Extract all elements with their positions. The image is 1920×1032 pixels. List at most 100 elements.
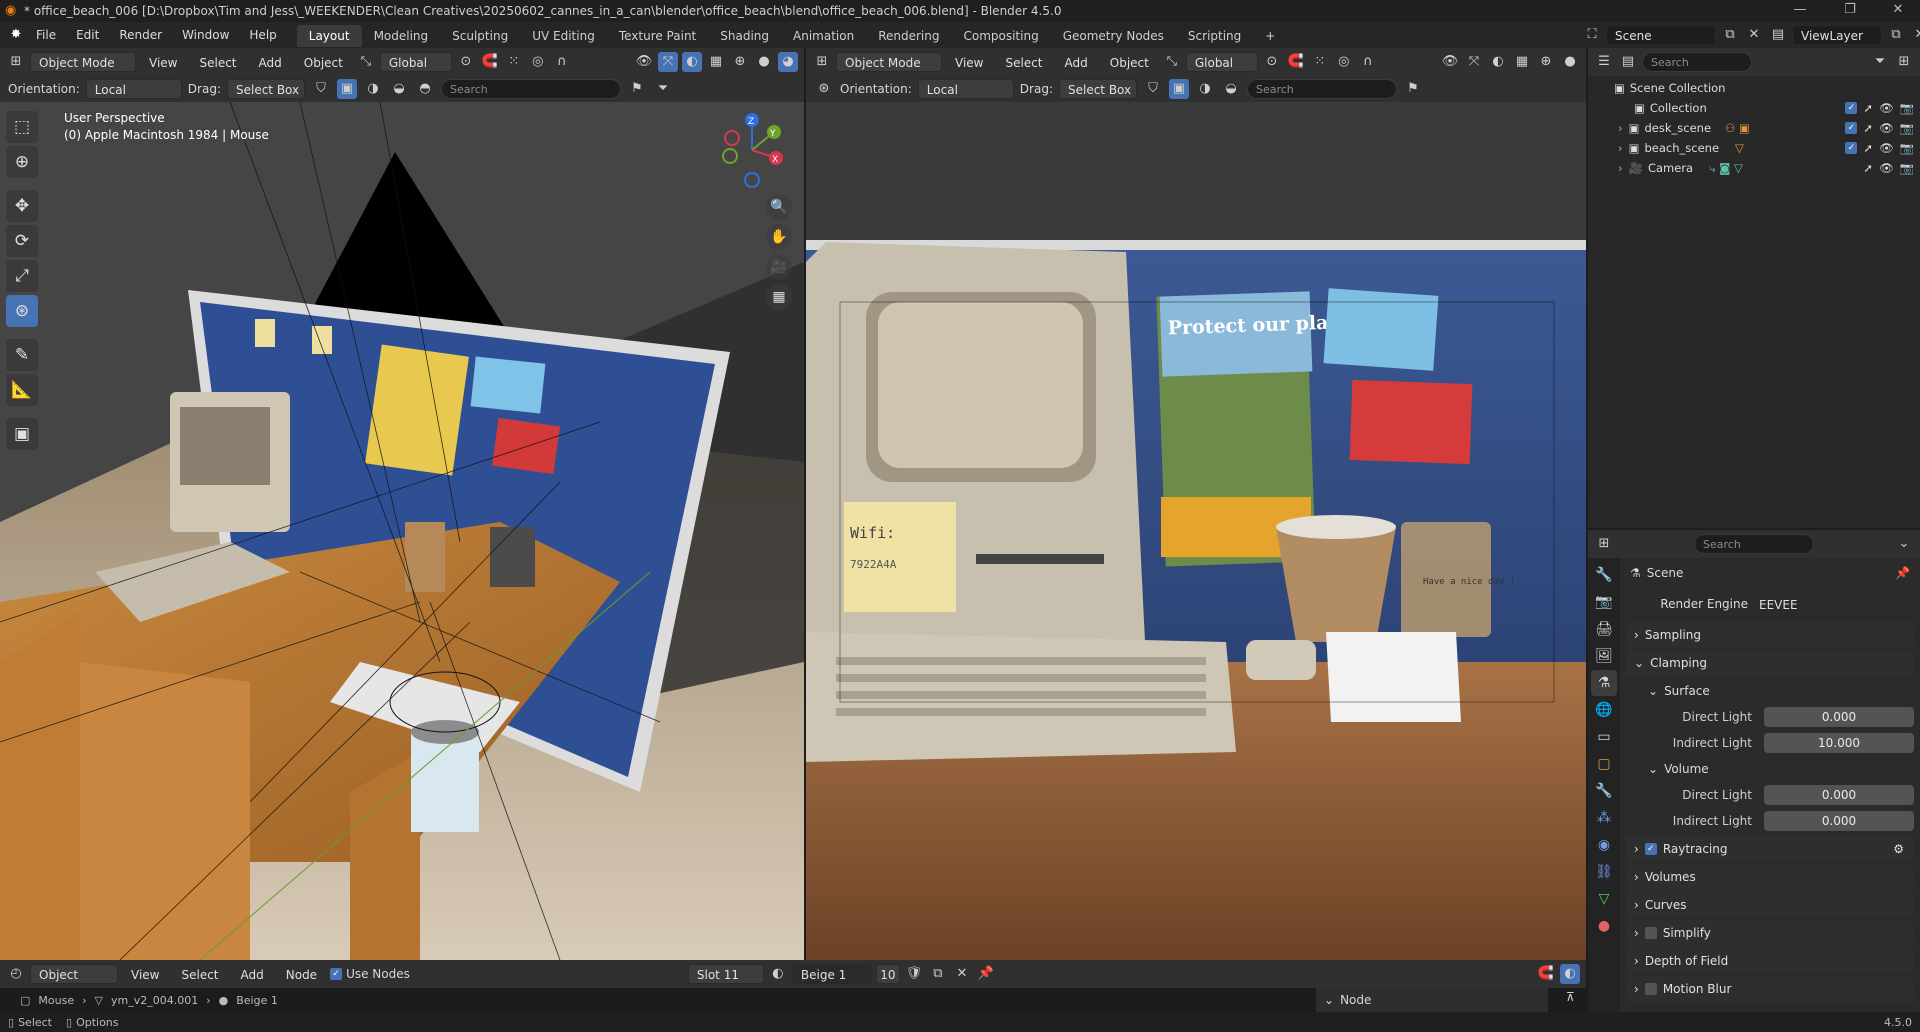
scale-tool[interactable]: ⤢ — [6, 260, 38, 292]
object-mode-dropdown-right[interactable]: Object Mode — [836, 52, 942, 72]
unlink-material-icon[interactable]: ✕ — [952, 964, 972, 984]
bookmark-icon-right[interactable]: ⚑ — [1403, 79, 1423, 99]
fake-user-icon[interactable]: 🛡 — [904, 964, 924, 984]
rotate-tool[interactable]: ⟳ — [6, 225, 38, 257]
outliner-item-camera[interactable]: › 🎥 Camera ⤷ ◙ ▽ ➚ 👁 📷 — [1588, 158, 1920, 178]
snap-icon-right[interactable]: 🧲 — [1286, 52, 1306, 72]
tab-compositing[interactable]: Compositing — [951, 25, 1050, 47]
perspective-grid-icon[interactable]: ▦ — [766, 284, 792, 310]
filter-sphere-icon[interactable]: ◑ — [363, 79, 383, 99]
left-3d-viewport[interactable]: ⬚ ⊕ ✥ ⟳ ⤢ ⊛ ✎ 📐 ▣ User Perspective (0) A… — [0, 102, 804, 960]
bookmark-icon[interactable]: ⚑ — [627, 79, 647, 99]
select-box-tool[interactable]: ⬚ — [6, 111, 38, 143]
select-arrow-icon[interactable]: ➚ — [1863, 138, 1873, 158]
exclude-checkbox[interactable]: ✓ — [1845, 142, 1858, 154]
expand-arrow-icon[interactable]: › — [1618, 158, 1623, 178]
object-mode-dropdown[interactable]: Object Mode — [30, 52, 136, 72]
constraint-tab-icon[interactable]: ⛓ — [1591, 859, 1617, 885]
tab-sculpting[interactable]: Sculpting — [440, 25, 520, 47]
measure-tool[interactable]: 📐 — [6, 374, 38, 406]
breadcrumb-object[interactable]: Mouse — [38, 994, 74, 1007]
delete-view-layer-icon[interactable]: ✕ — [1910, 25, 1920, 45]
select-arrow-icon[interactable]: ➚ — [1863, 118, 1873, 138]
material-users-count[interactable]: 10 — [875, 964, 900, 984]
exclude-checkbox[interactable]: ✓ — [1845, 122, 1858, 134]
simplify-checkbox[interactable] — [1644, 927, 1657, 939]
expand-arrow-icon[interactable]: › — [1618, 138, 1623, 158]
pivot-icon-right[interactable]: ⊙ — [1262, 52, 1282, 72]
camera-view-icon[interactable]: 🎥 — [766, 254, 792, 280]
gizmo-toggle-icon-right[interactable]: ⤧ — [1464, 52, 1484, 72]
output-tab-icon[interactable]: 🖨 — [1591, 616, 1617, 642]
xray-icon-right[interactable]: ▦ — [1512, 52, 1532, 72]
overlay-toggle-icon-right[interactable]: ◐ — [1488, 52, 1508, 72]
menu-edit[interactable]: Edit — [66, 22, 109, 48]
editor-type-icon-right[interactable]: ⊞ — [812, 52, 832, 72]
solid-shading-icon-right[interactable]: ● — [1560, 52, 1580, 72]
editor-type-icon[interactable]: ⊞ — [6, 52, 26, 72]
filter-mesh-icon-right[interactable]: ▣ — [1168, 79, 1189, 99]
pan-hand-icon[interactable]: ✋ — [766, 224, 792, 250]
collection-tab-icon[interactable]: ▭ — [1591, 724, 1617, 750]
cursor-tool[interactable]: ⊕ — [6, 146, 38, 178]
left-search-input[interactable]: Search — [440, 79, 621, 99]
overlay-toggle-icon[interactable]: ◐ — [682, 52, 702, 72]
wireframe-shading-icon-right[interactable]: ⊕ — [1536, 52, 1556, 72]
node-sidebar-panel[interactable]: ⌄ Node — [1316, 988, 1548, 1012]
blender-menu-icon[interactable]: ✸ — [6, 25, 26, 45]
surface-subpanel[interactable]: ⌄ Surface — [1620, 678, 1920, 704]
display-mode-icon[interactable]: ▤ — [1618, 52, 1638, 72]
node-overlay-icon[interactable]: ◐ — [1560, 964, 1580, 984]
drag-dropdown[interactable]: Select Box — [226, 79, 305, 99]
xray-icon[interactable]: ▦ — [706, 52, 726, 72]
tab-uv-editing[interactable]: UV Editing — [520, 25, 607, 47]
outliner-editor-icon[interactable]: ☰ — [1594, 52, 1614, 72]
raytracing-panel[interactable]: › ✓ Raytracing ⚙ — [1626, 836, 1914, 862]
filter-icon[interactable]: ⏷ — [653, 79, 673, 99]
snap-grid-icon-right[interactable]: ⁙ — [1310, 52, 1330, 72]
exclude-checkbox[interactable]: ✓ — [1845, 102, 1858, 114]
visibility-icon[interactable]: 👁 — [634, 52, 654, 72]
menu-file[interactable]: File — [26, 22, 66, 48]
expand-arrow-icon[interactable]: › — [1618, 118, 1623, 138]
camera-render-icon[interactable]: 📷 — [1900, 118, 1914, 138]
right-search-input[interactable]: Search — [1246, 79, 1397, 99]
properties-search-input[interactable]: Search — [1694, 534, 1814, 554]
view-menu-right[interactable]: View — [946, 52, 992, 72]
outliner-root[interactable]: ▣ Scene Collection — [1588, 78, 1920, 98]
material-browse-icon[interactable]: ◐ — [768, 964, 788, 984]
breadcrumb-mesh[interactable]: ym_v2_004.001 — [111, 994, 198, 1007]
object-tab-icon[interactable]: ▢ — [1591, 751, 1617, 777]
proportional-edit-icon[interactable]: ◎ — [528, 52, 548, 72]
particles-tab-icon[interactable]: ⁂ — [1591, 805, 1617, 831]
sampling-panel[interactable]: › Sampling — [1626, 622, 1914, 648]
select-menu[interactable]: Select — [190, 52, 245, 72]
solid-shading-icon[interactable]: ● — [754, 52, 774, 72]
node-view-menu[interactable]: View — [122, 964, 168, 984]
add-menu[interactable]: Add — [250, 52, 291, 72]
volume-subpanel[interactable]: ⌄ Volume — [1620, 756, 1920, 782]
falloff-icon-right[interactable]: ∩ — [1358, 52, 1378, 72]
tab-modeling[interactable]: Modeling — [362, 25, 441, 47]
node-editor-type-icon[interactable]: ◴ — [6, 964, 26, 984]
node-node-menu[interactable]: Node — [277, 964, 326, 984]
breadcrumb-material[interactable]: Beige 1 — [236, 994, 278, 1007]
tab-geometry-nodes[interactable]: Geometry Nodes — [1051, 25, 1176, 47]
tab-texture-paint[interactable]: Texture Paint — [607, 25, 708, 47]
snap-icon[interactable]: 🧲 — [480, 52, 500, 72]
filter-light-icon-right[interactable]: ◒ — [1221, 79, 1241, 99]
eye-icon[interactable]: 👁 — [1879, 138, 1894, 158]
material-tab-icon[interactable]: ● — [1591, 913, 1617, 939]
visibility-icon-right[interactable]: 👁 — [1440, 52, 1460, 72]
tab-rendering[interactable]: Rendering — [866, 25, 951, 47]
material-shading-icon[interactable]: ◕ — [778, 52, 798, 72]
filter-mesh-icon[interactable]: ▣ — [336, 79, 357, 99]
new-collection-icon[interactable]: ⊞ — [1894, 52, 1914, 72]
curves-panel[interactable]: › Curves — [1626, 892, 1914, 918]
volume-indirect-light-field[interactable]: 0.000 — [1764, 811, 1914, 831]
add-cube-tool[interactable]: ▣ — [6, 418, 38, 450]
node-sidebar-toggle-icon[interactable]: ⊼ — [1566, 990, 1575, 1004]
camera-render-icon[interactable]: 📷 — [1900, 158, 1914, 178]
pin-icon[interactable]: 📌 — [1895, 566, 1910, 580]
properties-editor-icon[interactable]: ⊞ — [1594, 534, 1614, 554]
